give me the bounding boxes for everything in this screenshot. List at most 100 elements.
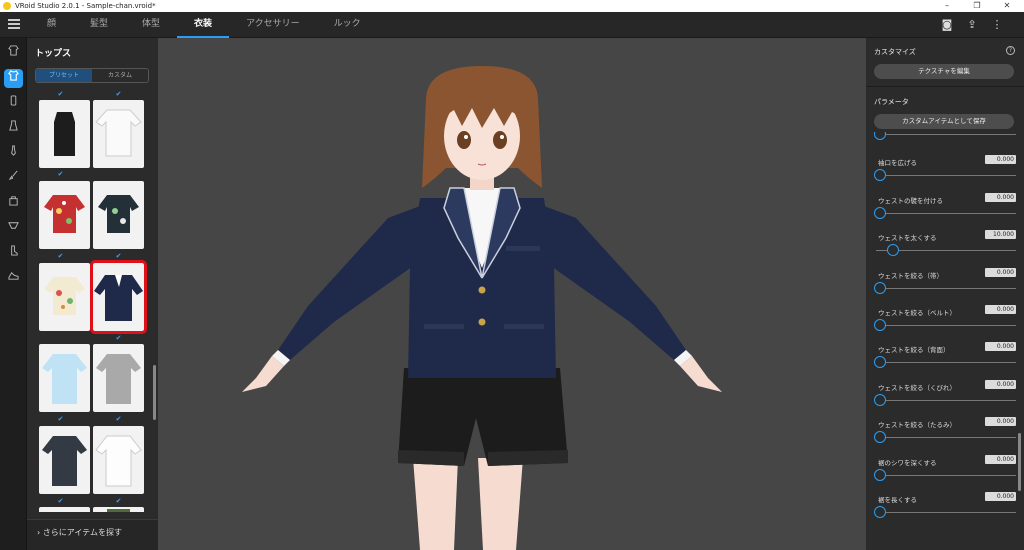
slider-track[interactable] xyxy=(876,287,1016,289)
parameter-value-field[interactable]: 0.000 xyxy=(985,192,1016,202)
skirt-icon[interactable] xyxy=(4,119,23,138)
parameter-label: ウェストを絞る（背面） xyxy=(878,346,950,355)
slider-knob[interactable] xyxy=(874,281,886,294)
parameter-row xyxy=(874,132,1016,150)
custom-segment[interactable]: カスタム xyxy=(92,69,148,82)
slider-knob[interactable] xyxy=(874,431,886,444)
parameter-value-field[interactable]: 0.000 xyxy=(985,305,1016,314)
tab-accessory[interactable]: アクセサリー xyxy=(229,12,317,38)
character-model xyxy=(242,66,722,550)
tab-hairstyle[interactable]: 髪型 xyxy=(73,12,125,38)
underwear-icon[interactable] xyxy=(4,219,23,238)
slider-knob[interactable] xyxy=(874,393,886,406)
export-icon[interactable]: ⇪ xyxy=(964,17,980,33)
checkmark-icon: ✔ xyxy=(57,170,64,178)
slider-knob[interactable] xyxy=(874,132,886,140)
parameter-row: ウェストを絞る（帯） 0.000 xyxy=(874,267,1016,304)
preset-segment[interactable]: プリセット xyxy=(36,69,92,82)
slider-knob[interactable] xyxy=(874,506,886,518)
item-card[interactable] xyxy=(39,181,90,249)
hamburger-menu-icon[interactable] xyxy=(8,19,20,31)
slider-track[interactable] xyxy=(876,512,1016,513)
camera-icon[interactable]: ◙ xyxy=(939,17,955,33)
parameter-value-field[interactable]: 0.000 xyxy=(985,379,1016,389)
item-card[interactable] xyxy=(39,426,90,494)
item-card[interactable] xyxy=(39,263,90,331)
slider-track[interactable] xyxy=(876,212,1016,214)
model-viewport[interactable] xyxy=(158,38,866,550)
slider-knob[interactable] xyxy=(874,319,886,331)
parameter-row: 裾のシワを深くする 0.000 xyxy=(874,454,1016,491)
parameter-scrollbar[interactable] xyxy=(1018,433,1021,491)
item-card[interactable] xyxy=(93,181,144,249)
customize-title: カスタマイズ xyxy=(874,48,916,56)
checkmark-icon: ✔ xyxy=(115,497,122,505)
checkmark-icon: ✔ xyxy=(57,415,64,423)
tab-body[interactable]: 体型 xyxy=(125,12,177,38)
restore-button[interactable]: ❐ xyxy=(962,0,992,12)
item-card[interactable] xyxy=(39,507,90,512)
divider xyxy=(866,86,1024,87)
item-card-selected[interactable] xyxy=(90,260,147,334)
tab-outfit[interactable]: 衣装 xyxy=(177,12,230,38)
parameter-label: 裾を長くする xyxy=(878,496,917,504)
tab-face[interactable]: 顔 xyxy=(30,12,73,38)
slider-track[interactable] xyxy=(876,175,1016,177)
slider-track[interactable] xyxy=(876,362,1016,364)
parameter-value-field[interactable]: 0.000 xyxy=(985,267,1016,277)
item-card[interactable] xyxy=(93,344,144,412)
parameter-row: ウェストを絞る（くびれ） 0.000 xyxy=(874,379,1016,416)
parameter-value-field[interactable]: 0.000 xyxy=(985,417,1016,427)
tops-icon[interactable] xyxy=(4,69,23,88)
slider-track[interactable] xyxy=(876,325,1016,326)
bag-icon[interactable] xyxy=(4,194,23,213)
shoe-icon[interactable] xyxy=(4,269,23,288)
slider-track[interactable] xyxy=(876,474,1016,476)
parameter-row: 袖口を広げる 0.000 xyxy=(874,155,1016,191)
outer-shirt-icon[interactable] xyxy=(4,44,23,63)
parameter-row: ウェストの襞を付ける 0.000 xyxy=(874,192,1016,229)
parameter-label: 袖口を広げる xyxy=(878,159,917,168)
edit-texture-button[interactable]: テクスチャを編集 xyxy=(874,64,1014,79)
slider-knob[interactable] xyxy=(874,206,886,219)
parameter-value-field[interactable]: 0.000 xyxy=(985,492,1016,501)
close-button[interactable]: ✕ xyxy=(992,0,1022,12)
app-logo-icon xyxy=(3,2,11,10)
find-more-items-link[interactable]: › さらにアイテムを探す xyxy=(27,519,158,550)
slider-track[interactable] xyxy=(876,134,1016,135)
slider-track[interactable] xyxy=(876,399,1016,401)
tops-panel: トップス プリセット カスタム ✔ ✔ ✔ ✔ ✔ ✔ ✔ ✔ ✔ ✔ xyxy=(27,38,158,550)
item-card[interactable] xyxy=(93,507,144,512)
parameter-row: 裾を長くする 0.000 xyxy=(874,492,1016,522)
minimize-button[interactable]: – xyxy=(932,0,962,12)
panel-scrollbar[interactable] xyxy=(153,365,156,420)
parameter-row: ウェストを太くする 10.000 xyxy=(874,230,1016,266)
checkmark-icon: ✔ xyxy=(115,90,122,98)
item-card[interactable] xyxy=(93,426,144,494)
item-card[interactable] xyxy=(93,100,144,168)
slider-track[interactable] xyxy=(876,437,1016,439)
parameter-value-field[interactable]: 0.000 xyxy=(985,155,1016,165)
more-options-icon[interactable]: ⋮ xyxy=(989,17,1005,33)
slider-knob[interactable] xyxy=(874,169,886,182)
save-custom-item-button[interactable]: カスタムアイテムとして保存 xyxy=(874,114,1014,129)
checkmark-icon: ✔ xyxy=(115,252,122,260)
parameter-value-field[interactable]: 0.000 xyxy=(985,342,1016,352)
slider-knob[interactable] xyxy=(874,356,886,369)
tab-look[interactable]: ルック xyxy=(317,12,378,38)
dress-icon[interactable] xyxy=(4,94,23,113)
parameter-value-field[interactable]: 10.000 xyxy=(985,230,1016,240)
parameter-label: ウェストの襞を付ける xyxy=(878,196,943,205)
item-card[interactable] xyxy=(39,100,90,168)
customize-panel: カスタマイズ ? テクスチャを編集 パラメータ カスタムアイテムとして保存 袖口… xyxy=(866,38,1024,550)
socks-icon[interactable] xyxy=(4,244,23,263)
parameter-value-field[interactable]: 0.000 xyxy=(985,454,1016,464)
main-tabs: 顔 髪型 体型 衣装 アクセサリー ルック xyxy=(30,12,378,38)
help-icon[interactable]: ? xyxy=(1006,46,1015,55)
slider-knob[interactable] xyxy=(886,244,899,257)
item-card[interactable] xyxy=(39,344,90,412)
tie-icon[interactable] xyxy=(4,144,23,163)
parameter-label: ウェストを絞る（帯） xyxy=(878,271,943,280)
slider-knob[interactable] xyxy=(874,468,886,481)
brush-icon[interactable] xyxy=(4,169,23,188)
